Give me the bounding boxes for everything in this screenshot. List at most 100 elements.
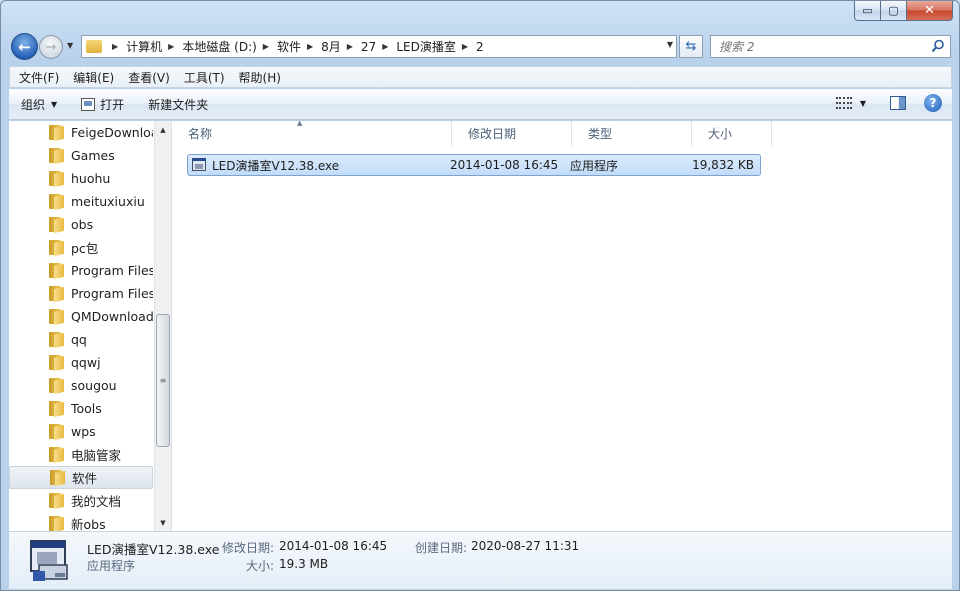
tree-item[interactable]: 电脑管家 — [9, 443, 153, 466]
tree-item[interactable]: 软件 — [9, 466, 153, 489]
chevron-right-icon[interactable]: ▶ — [112, 42, 118, 51]
details-pane: LED演播室V12.38.exe 应用程序 修改日期: 2014-01-08 1… — [9, 531, 952, 589]
refresh-button[interactable]: ⇆ — [679, 35, 703, 58]
breadcrumb-august[interactable]: 8月 ▶ — [321, 38, 361, 55]
detail-modified-label: 修改日期: — [222, 541, 275, 555]
scroll-thumb[interactable]: ≡ — [156, 314, 170, 447]
tree-scrollbar[interactable]: ▲ ≡ ▼ — [154, 121, 171, 531]
tree-item[interactable]: FeigeDownloa — [9, 121, 153, 144]
tree-item[interactable]: qq — [9, 328, 153, 351]
menu-tools[interactable]: 工具(T) — [175, 69, 230, 86]
search-box[interactable] — [710, 35, 951, 58]
folder-icon — [49, 148, 65, 165]
address-bar[interactable]: ▶ 计算机 ▶ 本地磁盘 (D:) ▶ 软件 ▶ 8月 ▶ 27 ▶ LED演播室 ▶ 2 … — [81, 35, 677, 58]
tree-item[interactable]: huohu — [9, 167, 153, 190]
sort-arrow-icon: ▲ — [297, 119, 303, 127]
file-modified: 2014-01-08 16:45 — [450, 158, 559, 172]
tree-item-label: sougou — [71, 378, 117, 393]
close-button[interactable]: ✕ — [907, 1, 953, 21]
chevron-right-icon[interactable]: ▶ — [263, 42, 269, 51]
open-button[interactable]: 打开 — [69, 89, 136, 120]
folder-icon — [86, 40, 102, 53]
preview-pane-icon[interactable] — [890, 96, 906, 110]
minimize-icon: ▭ — [862, 4, 873, 17]
scroll-down-icon[interactable]: ▼ — [155, 514, 171, 531]
file-row[interactable]: LED演播室V12.38.exe 2014-01-08 16:45 应用程序 1… — [187, 154, 761, 176]
view-controls: ▼ ? — [835, 94, 942, 112]
tree-item[interactable]: sougou — [9, 374, 153, 397]
tree-item-label: Program Files — [71, 286, 153, 301]
tree-item-label: pc包 — [71, 241, 99, 256]
menu-view[interactable]: 查看(V) — [119, 69, 175, 86]
maximize-icon: ▢ — [888, 4, 899, 17]
breadcrumb-software[interactable]: 软件 ▶ — [277, 38, 321, 55]
organize-button[interactable]: 组织 ▼ — [9, 89, 69, 120]
chevron-right-icon[interactable]: ▶ — [382, 42, 388, 51]
file-size: 19,832 KB — [692, 158, 754, 172]
tree-item-label: QMDownload — [71, 309, 153, 324]
file-name: LED演播室V12.38.exe — [212, 158, 340, 173]
tree-item[interactable]: Program Files — [9, 259, 153, 282]
chevron-right-icon[interactable]: ▶ — [347, 42, 353, 51]
tree-item[interactable]: Program Files — [9, 282, 153, 305]
file-type: 应用程序 — [570, 158, 619, 173]
tree-item[interactable]: qqwj — [9, 351, 153, 374]
tree-item-label: huohu — [71, 171, 111, 186]
tree-item[interactable]: 我的文档 — [9, 489, 153, 512]
breadcrumb-27[interactable]: 27 ▶ — [361, 40, 396, 54]
breadcrumb-2[interactable]: 2 — [476, 40, 484, 54]
scroll-up-icon[interactable]: ▲ — [155, 121, 171, 138]
chevron-right-icon[interactable]: ▶ — [462, 42, 468, 51]
menu-file[interactable]: 文件(F) — [10, 69, 64, 86]
tree-item[interactable]: wps — [9, 420, 153, 443]
minimize-button[interactable]: ▭ — [854, 1, 881, 21]
tree-item[interactable]: meituxiuxiu — [9, 190, 153, 213]
tree-item[interactable]: Tools — [9, 397, 153, 420]
file-name-cell: LED演播室V12.38.exe — [188, 155, 450, 175]
close-icon: ✕ — [924, 3, 935, 18]
search-icon[interactable] — [931, 39, 945, 53]
tree-item-label: qqwj — [71, 355, 101, 370]
maximize-button[interactable]: ▢ — [881, 1, 907, 21]
folder-icon — [49, 332, 65, 349]
new-folder-button[interactable]: 新建文件夹 — [136, 89, 220, 120]
folder-icon — [49, 171, 65, 188]
folder-icon — [49, 263, 65, 280]
column-header[interactable]: 大小 — [692, 121, 772, 146]
tree-item[interactable]: obs — [9, 213, 153, 236]
folder-icon — [49, 309, 65, 326]
content-area: FeigeDownloa Games huohu meituxiuxiu obs pc包 P… — [9, 119, 952, 531]
tree-item[interactable]: pc包 — [9, 236, 153, 259]
column-header[interactable]: 类型 — [572, 121, 692, 146]
column-header[interactable]: 修改日期 — [452, 121, 572, 146]
menu-edit[interactable]: 编辑(E) — [64, 69, 119, 86]
tree-item[interactable]: 新obs — [9, 512, 153, 531]
detail-file-name: LED演播室V12.38.exe — [87, 542, 220, 557]
forward-button[interactable]: → — [39, 35, 63, 59]
chevron-down-icon: ▼ — [859, 98, 866, 108]
folder-icon — [49, 125, 65, 142]
menu-help[interactable]: 帮助(H) — [230, 69, 286, 86]
tree-item-label: Program Files — [71, 263, 153, 278]
recent-pages-dropdown[interactable]: ▼ — [67, 41, 77, 51]
chevron-right-icon[interactable]: ▶ — [168, 42, 174, 51]
tree-item[interactable]: QMDownload — [9, 305, 153, 328]
change-view-button[interactable]: ▼ — [835, 97, 866, 109]
breadcrumb-disk[interactable]: 本地磁盘 (D:) ▶ — [182, 38, 277, 55]
detail-created-value: 2020-08-27 11:31 — [471, 539, 580, 553]
breadcrumb-led[interactable]: LED演播室 ▶ — [396, 38, 476, 55]
tree-item-label: wps — [71, 424, 96, 439]
help-icon[interactable]: ? — [924, 94, 942, 112]
menu-bar: 文件(F) 编辑(E) 查看(V) 工具(T) 帮助(H) — [9, 66, 952, 88]
back-button[interactable]: ← — [11, 33, 38, 60]
folder-icon — [50, 470, 66, 487]
breadcrumb-computer[interactable]: 计算机 ▶ — [126, 38, 182, 55]
detail-file-type: 应用程序 — [87, 559, 136, 573]
folder-icon — [49, 217, 65, 234]
chevron-down-icon[interactable]: ▼ — [667, 40, 673, 49]
chevron-right-icon[interactable]: ▶ — [307, 42, 313, 51]
tree-item[interactable]: Games — [9, 144, 153, 167]
search-input[interactable] — [719, 39, 919, 54]
column-header[interactable]: 名称 ▲ — [172, 119, 452, 146]
caption-buttons: ▭ ▢ ✕ — [854, 1, 953, 21]
